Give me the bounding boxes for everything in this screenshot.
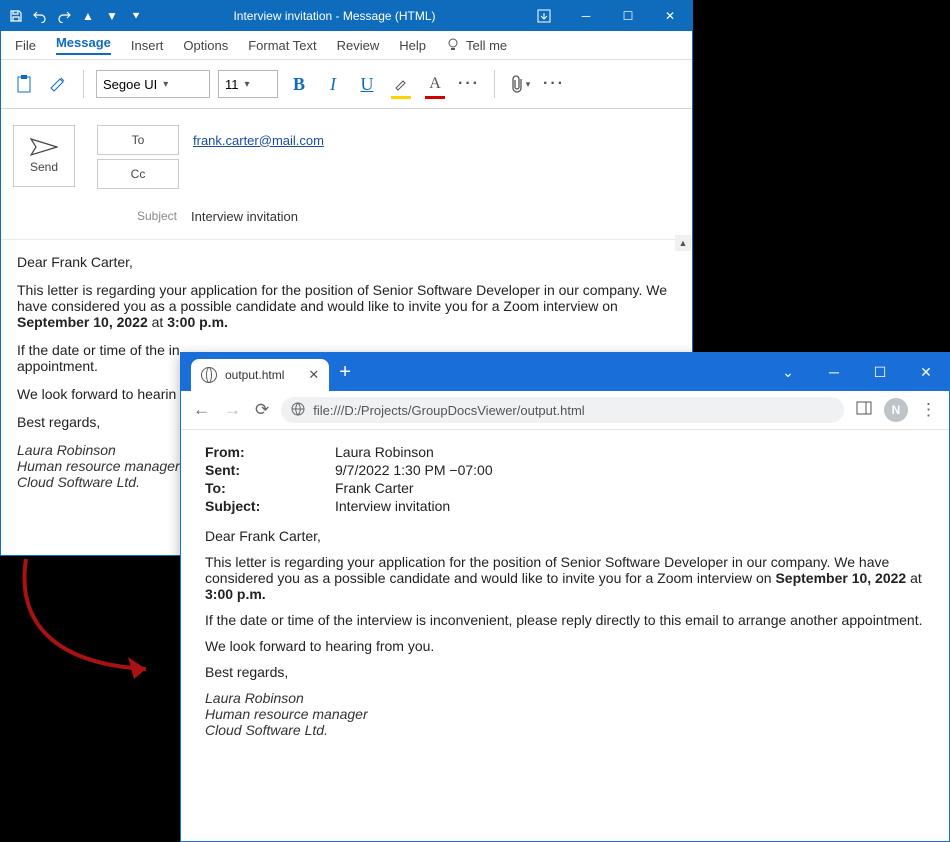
bulb-icon xyxy=(446,38,460,52)
back-button[interactable]: ← xyxy=(191,400,212,420)
arrow-graphic xyxy=(6,554,186,694)
to-button[interactable]: To xyxy=(97,125,179,155)
from-value: Laura Robinson xyxy=(335,444,434,460)
menu-options[interactable]: Options xyxy=(183,38,228,53)
subject-label: Subject xyxy=(97,209,177,223)
menu-insert[interactable]: Insert xyxy=(131,38,164,53)
more-format-icon[interactable]: ··· xyxy=(456,71,482,97)
subject-value: Interview invitation xyxy=(335,498,450,514)
closing: Best regards, xyxy=(205,664,925,680)
browser-viewport: From:Laura Robinson Sent:9/7/2022 1:30 P… xyxy=(181,430,949,841)
underline-button[interactable]: U xyxy=(354,71,380,97)
down-icon[interactable]: ▼ xyxy=(103,7,121,25)
menu-tell-me[interactable]: Tell me xyxy=(446,38,507,53)
side-panel-icon[interactable] xyxy=(854,400,874,421)
send-button[interactable]: Send xyxy=(13,125,75,187)
minimize-button[interactable]: ─ xyxy=(566,1,606,31)
paste-icon[interactable] xyxy=(11,71,37,97)
paragraph-2: If the date or time of the interview is … xyxy=(205,612,925,628)
qat-more-icon[interactable]: ⯆ xyxy=(127,7,145,25)
sent-value: 9/7/2022 1:30 PM −07:00 xyxy=(335,462,493,478)
outlook-ribbon: Segoe UI ▾ 11 ▾ B I U A ··· ▾ ··· xyxy=(1,60,692,109)
globe-icon xyxy=(201,367,217,383)
outlook-titlebar: ▲ ▼ ⯆ Interview invitation - Message (HT… xyxy=(1,1,692,31)
kebab-menu-icon[interactable]: ⋮ xyxy=(918,400,939,420)
scroll-up-icon[interactable]: ▲ xyxy=(675,235,691,251)
minimize-button[interactable]: ─ xyxy=(811,353,857,391)
chevron-down-icon[interactable]: ⌄ xyxy=(765,353,811,391)
undo-icon[interactable] xyxy=(31,7,49,25)
maximize-button[interactable]: ☐ xyxy=(608,1,648,31)
chevron-down-icon: ▾ xyxy=(163,79,168,90)
highlight-button[interactable] xyxy=(388,71,414,97)
menu-format-text[interactable]: Format Text xyxy=(248,38,316,53)
subject-value[interactable]: Interview invitation xyxy=(191,209,298,224)
font-name-select[interactable]: Segoe UI ▾ xyxy=(96,70,210,98)
close-button[interactable]: ✕ xyxy=(903,353,949,391)
menu-file[interactable]: File xyxy=(15,38,36,53)
paragraph-1: This letter is regarding your applicatio… xyxy=(205,554,925,602)
window-title: Interview invitation - Message (HTML) xyxy=(145,9,524,23)
bold-button[interactable]: B xyxy=(286,71,312,97)
from-label: From: xyxy=(205,444,335,460)
browser-tabstrip: output.html ✕ + ⌄ ─ ☐ ✕ xyxy=(181,353,949,391)
compose-header: Send To frank.carter@mail.com Cc Subject… xyxy=(1,109,692,240)
globe-icon xyxy=(291,402,305,419)
paragraph-3: We look forward to hearing from you. xyxy=(205,638,925,654)
font-name-value: Segoe UI xyxy=(103,77,157,92)
italic-button[interactable]: I xyxy=(320,71,346,97)
divider xyxy=(494,70,495,98)
tab-close-icon[interactable]: ✕ xyxy=(308,367,319,383)
browser-toolbar: ← → ⟳ file:///D:/Projects/GroupDocsViewe… xyxy=(181,391,949,430)
to-value: Frank Carter xyxy=(335,480,414,496)
paragraph-1: This letter is regarding your applicatio… xyxy=(17,282,676,330)
more-actions-icon[interactable]: ··· xyxy=(541,71,567,97)
reload-button[interactable]: ⟳ xyxy=(253,400,271,420)
menu-help[interactable]: Help xyxy=(399,38,426,53)
address-bar[interactable]: file:///D:/Projects/GroupDocsViewer/outp… xyxy=(281,397,844,423)
close-button[interactable]: ✕ xyxy=(650,1,690,31)
send-label: Send xyxy=(30,160,58,174)
font-color-button[interactable]: A xyxy=(422,71,448,97)
url-text: file:///D:/Projects/GroupDocsViewer/outp… xyxy=(313,403,584,418)
profile-avatar[interactable]: N xyxy=(884,398,908,422)
divider xyxy=(83,70,84,98)
new-tab-button[interactable]: + xyxy=(339,361,351,384)
tab-title: output.html xyxy=(225,368,284,382)
redo-icon[interactable] xyxy=(55,7,73,25)
cc-button[interactable]: Cc xyxy=(97,159,179,189)
format-painter-icon[interactable] xyxy=(45,71,71,97)
menu-review[interactable]: Review xyxy=(337,38,380,53)
ribbon-collapse-icon[interactable] xyxy=(524,1,564,31)
menu-message[interactable]: Message xyxy=(56,35,111,55)
font-size-value: 11 xyxy=(225,77,239,92)
sent-label: Sent: xyxy=(205,462,335,478)
chevron-down-icon: ▾ xyxy=(245,79,250,90)
send-icon xyxy=(30,138,58,156)
tell-me-label: Tell me xyxy=(466,38,507,53)
maximize-button[interactable]: ☐ xyxy=(857,353,903,391)
up-icon[interactable]: ▲ xyxy=(79,7,97,25)
browser-window: output.html ✕ + ⌄ ─ ☐ ✕ ← → ⟳ file:///D:… xyxy=(180,352,950,842)
font-size-select[interactable]: 11 ▾ xyxy=(218,70,278,98)
forward-button[interactable]: → xyxy=(222,400,243,420)
to-label: To: xyxy=(205,480,335,496)
attach-icon[interactable]: ▾ xyxy=(507,71,533,97)
outlook-menu: File Message Insert Options Format Text … xyxy=(1,31,692,60)
browser-tab[interactable]: output.html ✕ xyxy=(191,359,329,391)
save-icon[interactable] xyxy=(7,7,25,25)
subject-label: Subject: xyxy=(205,498,335,514)
signature: Laura Robinson Human resource manager Cl… xyxy=(205,690,925,738)
greeting: Dear Frank Carter, xyxy=(205,528,925,544)
scrollbar[interactable]: ▲ xyxy=(675,235,691,251)
greeting: Dear Frank Carter, xyxy=(17,254,676,270)
to-value[interactable]: frank.carter@mail.com xyxy=(193,133,324,148)
